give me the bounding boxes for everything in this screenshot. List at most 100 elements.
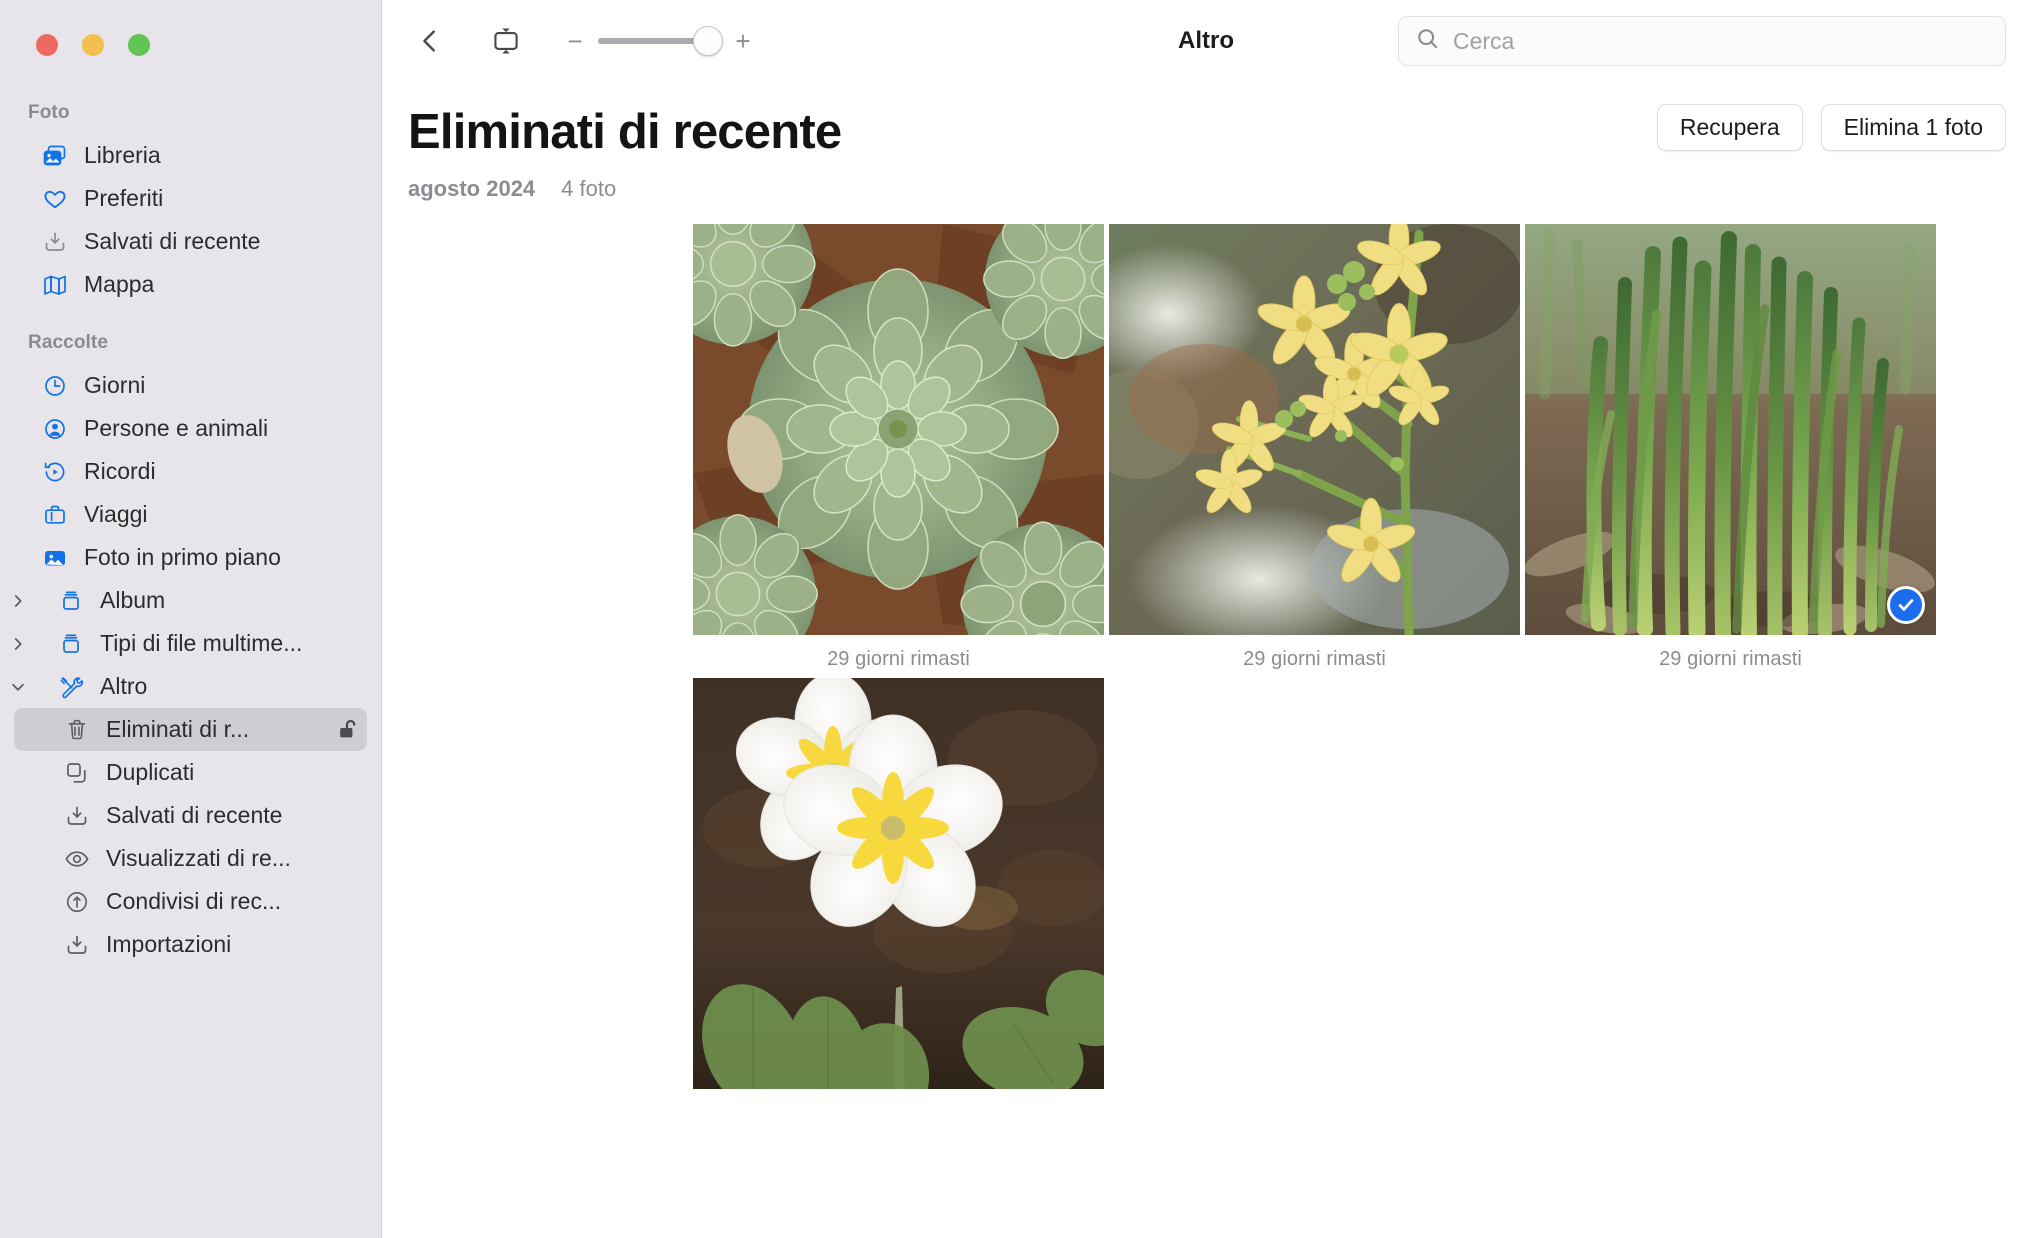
tray-download-icon <box>42 229 68 255</box>
sidebar-group-title-foto: Foto <box>28 102 70 123</box>
aspect-ratio-icon[interactable] <box>480 19 532 63</box>
sidebar-item-persone-e-animali[interactable]: Persone e animali <box>14 407 367 450</box>
back-button[interactable] <box>408 19 452 63</box>
main-content: − + Altro Cerca Eliminati di recente ago… <box>382 0 2030 1238</box>
chevron-right-icon[interactable] <box>8 592 28 610</box>
tray-download-icon-gray <box>64 803 90 829</box>
zoom-out-button[interactable]: − <box>562 26 588 56</box>
photo-cell[interactable] <box>693 678 1104 1102</box>
sidebar-item-duplicati[interactable]: Duplicati <box>14 751 367 794</box>
photo-caption: 29 giorni rimasti <box>1659 648 1802 670</box>
tools-icon <box>58 674 84 700</box>
sidebar: Foto Libreria Preferiti Salvati di recen… <box>0 0 382 1238</box>
sidebar-item-importazioni[interactable]: Importazioni <box>14 923 367 966</box>
sidebar-scroll[interactable]: Foto Libreria Preferiti Salvati di recen… <box>0 56 381 979</box>
memories-play-icon <box>42 459 68 485</box>
photo-cell[interactable]: 29 giorni rimasti <box>1109 224 1520 671</box>
search-placeholder: Cerca <box>1453 27 1515 54</box>
sidebar-item-giorni[interactable]: Giorni <box>14 364 367 407</box>
zoom-slider-knob[interactable] <box>693 26 723 56</box>
photo-caption: 29 giorni rimasti <box>1243 648 1386 670</box>
photo-thumbnail-yellow-flowers[interactable] <box>1109 224 1520 635</box>
header-actions: Recupera Elimina 1 foto <box>1656 104 2006 151</box>
sidebar-group-title-raccolte: Raccolte <box>28 332 109 353</box>
sidebar-item-ricordi[interactable]: Ricordi <box>14 450 367 493</box>
sidebar-item-eliminati-di-recente[interactable]: Eliminati di r... <box>14 708 367 751</box>
sidebar-item-album[interactable]: Album <box>14 579 367 622</box>
sidebar-bottom-spacer <box>0 966 381 979</box>
photo-cell-selected[interactable]: 29 giorni rimasti <box>1525 224 1936 671</box>
sidebar-item-salvati-di-recente-altro[interactable]: Salvati di recente <box>14 794 367 837</box>
photo-library-icon <box>42 143 68 169</box>
trash-icon <box>64 717 90 743</box>
sidebar-item-label: Altro <box>100 673 148 699</box>
sidebar-item-label: Giorni <box>84 372 146 398</box>
person-circle-icon <box>42 416 68 442</box>
sidebar-item-label: Eliminati di r... <box>106 716 250 742</box>
photo-cell[interactable]: 29 giorni rimasti <box>693 224 1104 671</box>
sidebar-item-label: Tipi di file multime... <box>100 630 303 656</box>
sidebar-item-label: Persone e animali <box>84 415 269 441</box>
sidebar-item-label: Condivisi di rec... <box>106 888 282 914</box>
sidebar-item-altro[interactable]: Altro <box>12 665 367 708</box>
toolbar: − + Altro Cerca <box>382 0 2030 82</box>
zoom-in-button[interactable]: + <box>730 26 756 56</box>
photo-thumbnail-white-primrose[interactable] <box>693 678 1104 1089</box>
search-input[interactable]: Cerca <box>1398 16 2006 66</box>
share-circle-icon <box>64 889 90 915</box>
chevron-right-icon[interactable] <box>8 635 28 653</box>
sidebar-item-tipi-di-file-multimediali[interactable]: Tipi di file multime... <box>14 622 367 665</box>
eye-icon <box>64 846 90 872</box>
sidebar-item-label: Libreria <box>84 142 161 168</box>
minimize-window-button[interactable] <box>82 34 104 56</box>
photo-thumbnail-green-chives[interactable] <box>1525 224 1936 635</box>
album-date: agosto 2024 <box>408 176 536 201</box>
sidebar-item-label: Visualizzati di re... <box>106 845 291 871</box>
photo-row <box>693 678 1104 1102</box>
clock-icon <box>42 373 68 399</box>
sidebar-item-salvati-di-recente[interactable]: Salvati di recente <box>14 220 367 263</box>
selection-check-badge[interactable] <box>1887 586 1925 624</box>
sidebar-item-mappa[interactable]: Mappa <box>14 263 367 306</box>
duplicate-icon <box>64 760 90 786</box>
sidebar-item-label: Salvati di recente <box>84 228 261 254</box>
sidebar-item-label: Viaggi <box>84 501 148 527</box>
chevron-down-icon[interactable] <box>8 678 28 696</box>
suitcase-icon <box>42 502 68 528</box>
map-icon <box>42 272 68 298</box>
sidebar-item-label: Importazioni <box>106 931 232 957</box>
content-header: Eliminati di recente agosto 2024 4 foto … <box>382 82 2030 202</box>
photo-thumbnail-succulent-rosettes[interactable] <box>693 224 1104 635</box>
heart-icon <box>42 186 68 212</box>
window-controls <box>0 0 381 56</box>
album-box-icon <box>58 631 84 657</box>
sidebar-item-preferiti[interactable]: Preferiti <box>14 177 367 220</box>
album-box-icon <box>58 588 84 614</box>
sidebar-item-label: Ricordi <box>84 458 156 484</box>
sidebar-item-condivisi-di-recente[interactable]: Condivisi di rec... <box>14 880 367 923</box>
photo-count: 4 foto <box>561 176 617 201</box>
zoom-control[interactable]: − + <box>562 26 756 56</box>
recover-button[interactable]: Recupera <box>1656 104 1803 151</box>
sidebar-item-viaggi[interactable]: Viaggi <box>14 493 367 536</box>
sidebar-item-label: Mappa <box>84 271 155 297</box>
toolbar-title: Altro <box>1178 27 1234 54</box>
sidebar-item-libreria[interactable]: Libreria <box>14 134 367 177</box>
photo-caption <box>693 1089 1104 1102</box>
sidebar-item-label: Preferiti <box>84 185 164 211</box>
sidebar-item-label: Album <box>100 587 166 613</box>
content-subtitle: agosto 2024 4 foto <box>408 176 2006 202</box>
zoom-slider[interactable] <box>598 26 723 56</box>
photo-row: 29 giorni rimasti 29 giorni rimasti 29 g… <box>693 224 1936 671</box>
tray-download-icon-gray <box>64 932 90 958</box>
sidebar-item-visualizzati-di-recente[interactable]: Visualizzati di re... <box>14 837 367 880</box>
photos-window: Foto Libreria Preferiti Salvati di recen… <box>0 0 2030 1238</box>
sidebar-item-label: Salvati di recente <box>106 802 283 828</box>
photo-caption: 29 giorni rimasti <box>827 648 970 670</box>
search-icon <box>1415 26 1440 56</box>
close-window-button[interactable] <box>36 34 58 56</box>
unlocked-padlock-icon <box>337 718 361 742</box>
delete-button[interactable]: Elimina 1 foto <box>1820 104 2006 151</box>
sidebar-item-foto-in-primo-piano[interactable]: Foto in primo piano <box>14 536 367 579</box>
maximize-window-button[interactable] <box>128 34 150 56</box>
